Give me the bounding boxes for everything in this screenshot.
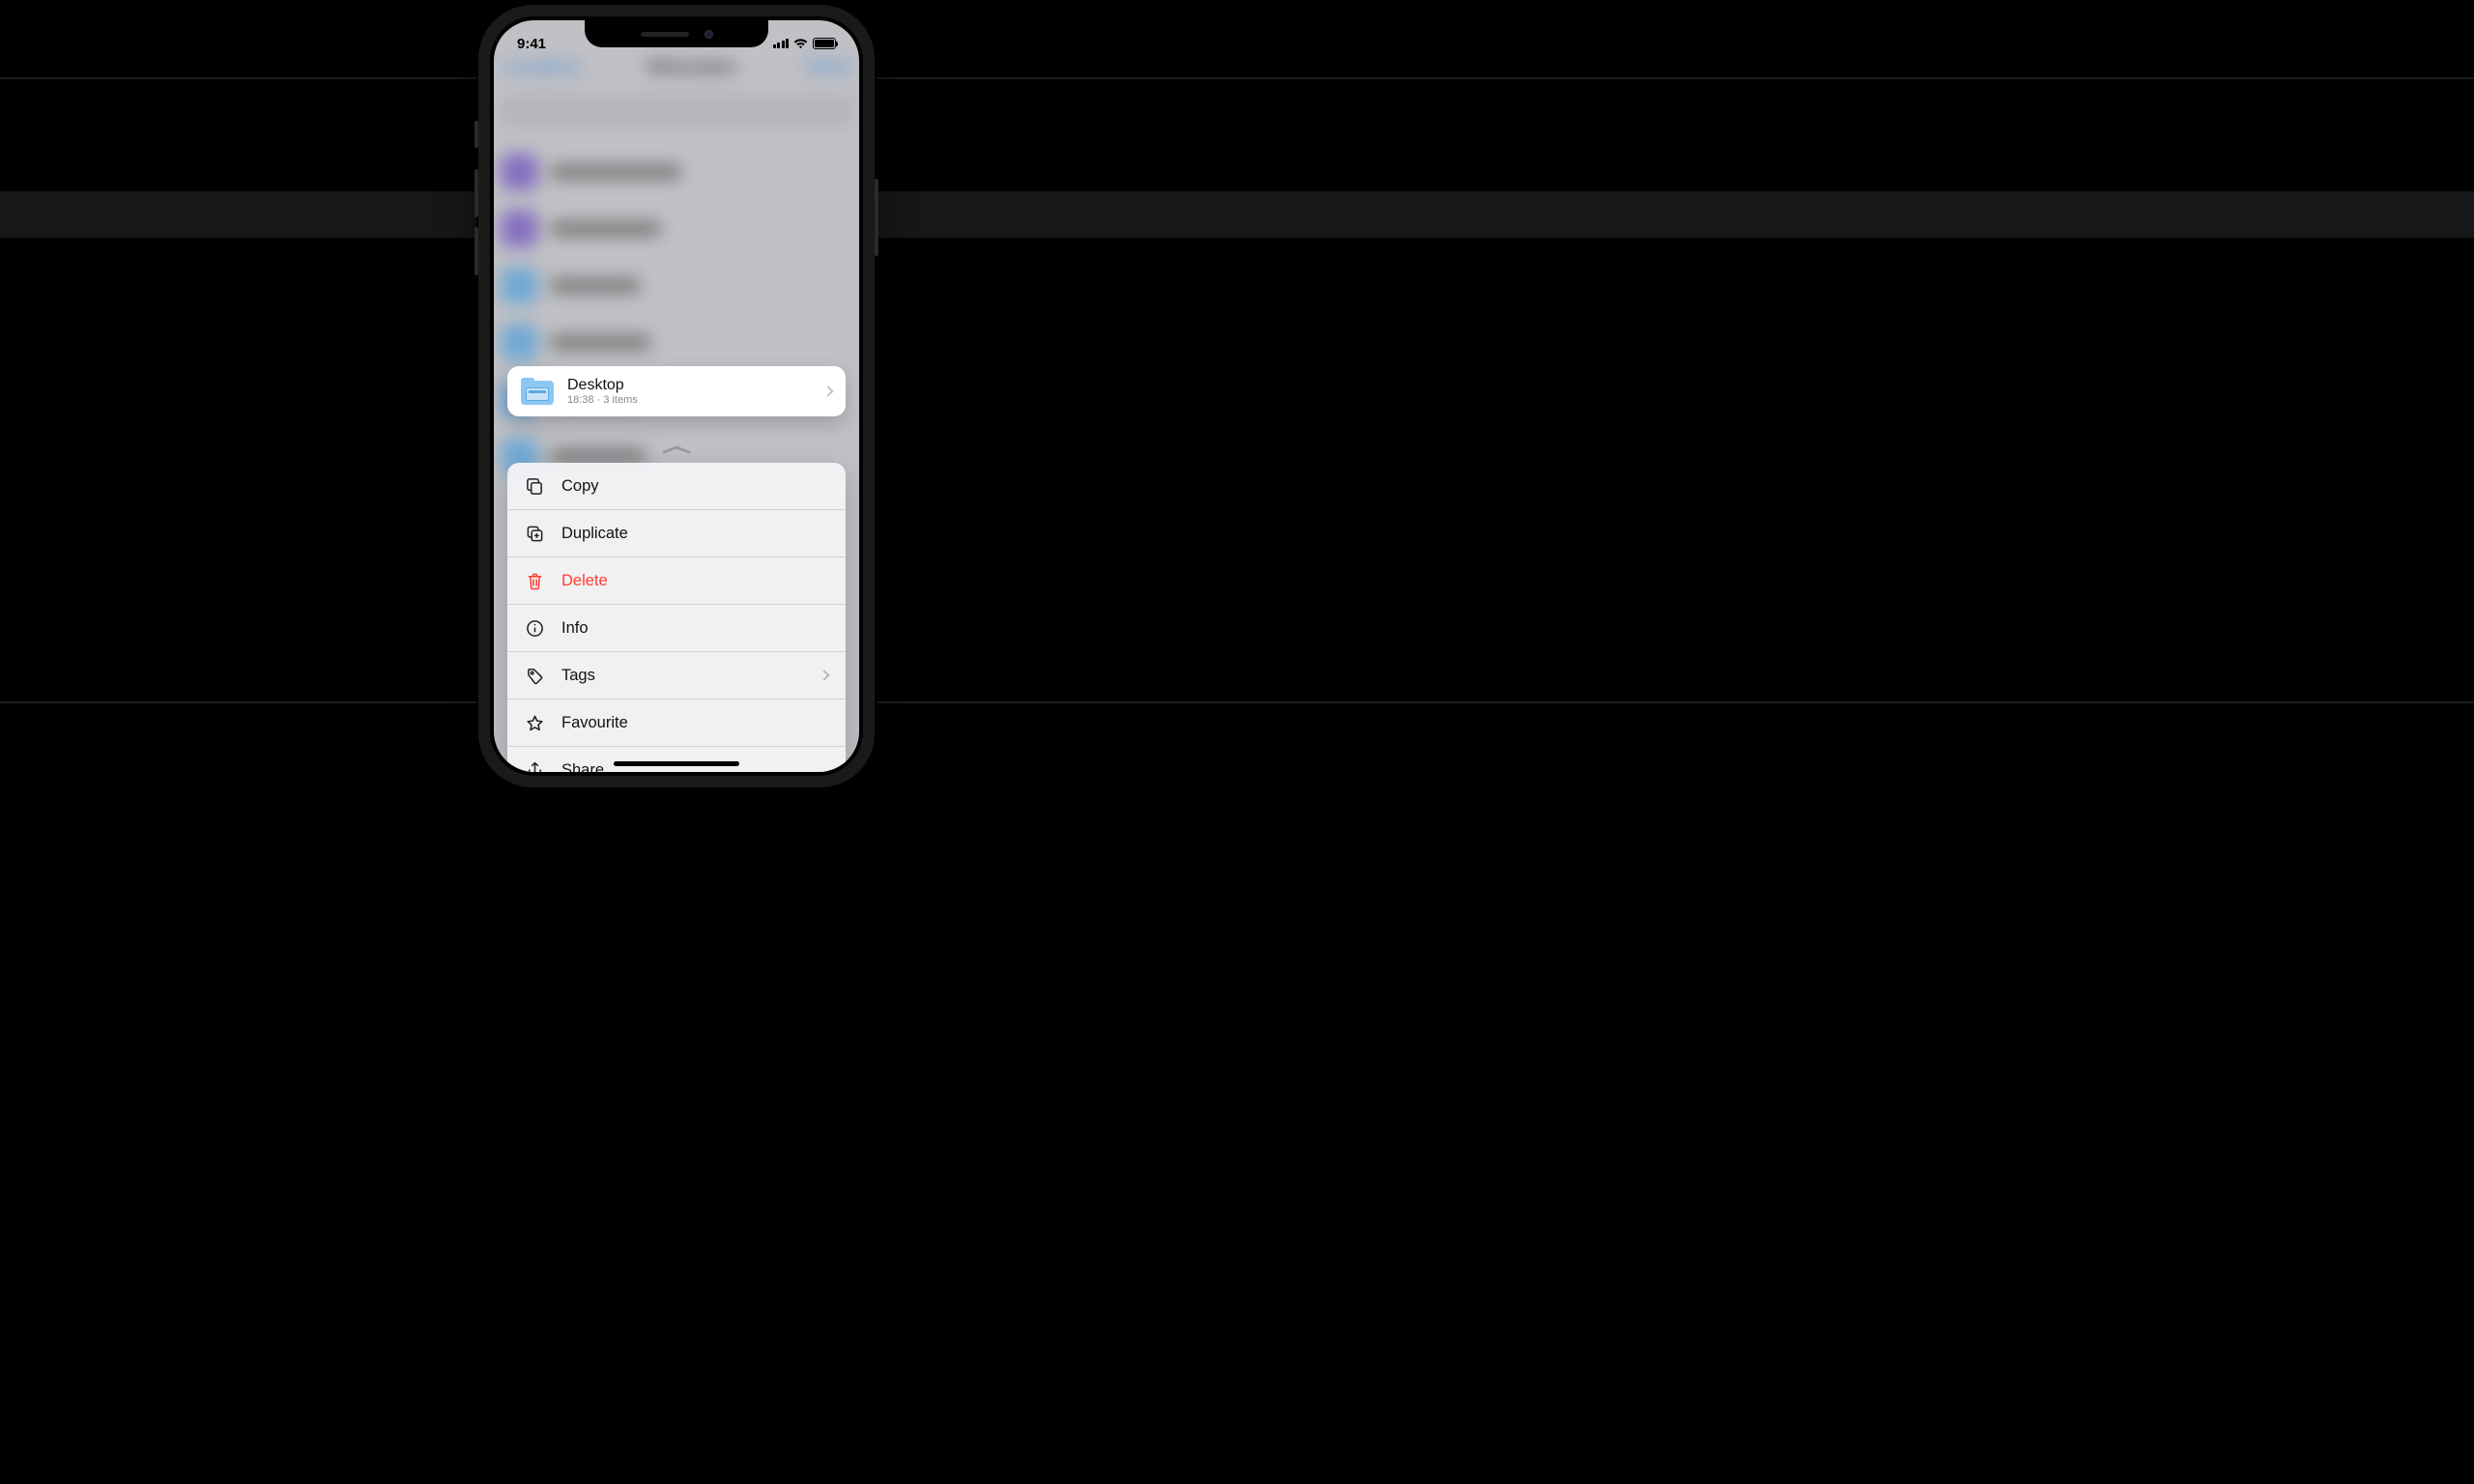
status-time: 9:41 xyxy=(517,28,546,52)
menu-item-duplicate[interactable]: Duplicate xyxy=(507,510,846,557)
menu-label: Favourite xyxy=(561,714,628,732)
chevron-right-icon xyxy=(822,385,833,396)
status-indicators xyxy=(773,30,837,49)
chevron-right-icon xyxy=(819,670,829,680)
cellular-signal-icon xyxy=(773,39,790,48)
menu-label: Delete xyxy=(561,572,608,590)
menu-item-delete[interactable]: Delete xyxy=(507,557,846,605)
wifi-icon xyxy=(793,39,808,49)
backdrop-band xyxy=(0,191,2474,238)
home-indicator[interactable] xyxy=(614,761,739,766)
star-icon xyxy=(525,713,544,732)
backdrop-band xyxy=(0,701,2474,703)
folder-icon xyxy=(521,378,554,405)
menu-item-tags[interactable]: Tags xyxy=(507,652,846,699)
menu-scroll-indicator[interactable] xyxy=(662,442,691,451)
info-icon xyxy=(525,618,544,638)
share-icon xyxy=(525,761,544,773)
mute-switch xyxy=(475,121,478,148)
trash-icon xyxy=(525,571,544,590)
iphone-frame: 9:41 ‹ Locations Relocation Select xyxy=(478,5,875,787)
power-button xyxy=(875,179,878,256)
front-camera xyxy=(705,30,713,39)
volume-down-button xyxy=(475,227,478,275)
copy-icon xyxy=(525,476,544,496)
context-menu: Copy Duplicate xyxy=(507,463,846,772)
volume-up-button xyxy=(475,169,478,217)
menu-label: Copy xyxy=(561,477,599,496)
menu-item-info[interactable]: Info xyxy=(507,605,846,652)
menu-item-share[interactable]: Share xyxy=(507,747,846,772)
preview-subtitle: 18:38 · 3 items xyxy=(567,394,638,406)
notch xyxy=(585,20,768,47)
iphone-bezel: 9:41 ‹ Locations Relocation Select xyxy=(490,16,863,776)
menu-label: Info xyxy=(561,619,589,638)
backdrop-band xyxy=(0,77,2474,79)
tag-icon xyxy=(525,666,544,685)
iphone-screen: 9:41 ‹ Locations Relocation Select xyxy=(494,20,859,772)
preview-title: Desktop xyxy=(567,377,638,394)
speaker-grille xyxy=(641,32,689,37)
duplicate-icon xyxy=(525,524,544,543)
folder-preview-card[interactable]: Desktop 18:38 · 3 items xyxy=(507,366,846,416)
menu-label: Duplicate xyxy=(561,525,628,543)
menu-item-copy[interactable]: Copy xyxy=(507,463,846,510)
menu-label: Tags xyxy=(561,667,595,685)
battery-icon xyxy=(813,38,836,49)
menu-item-favourite[interactable]: Favourite xyxy=(507,699,846,747)
menu-label: Share xyxy=(561,761,604,772)
